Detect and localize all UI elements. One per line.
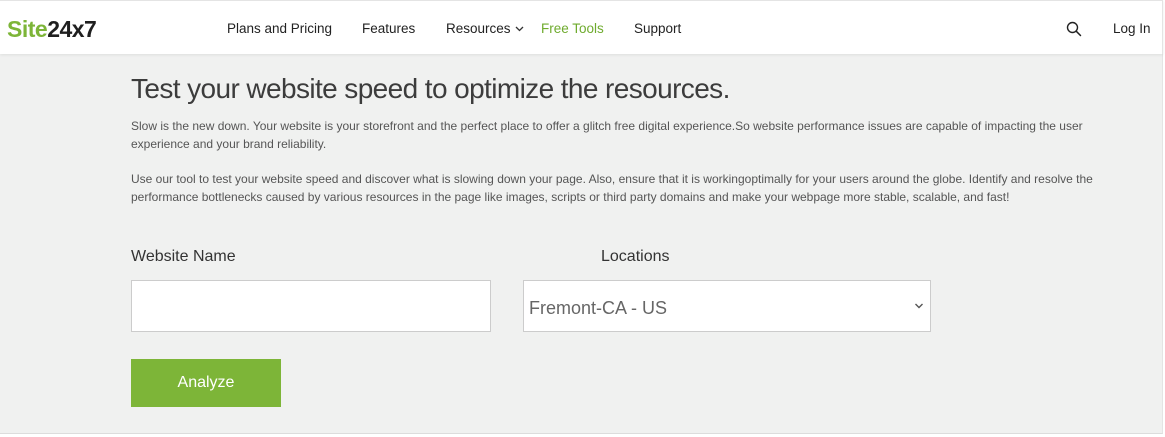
speed-test-section: Test your website speed to optimize the … <box>0 54 1163 434</box>
nav-plans-and-pricing[interactable]: Plans and Pricing <box>227 21 332 37</box>
page-title: Test your website speed to optimize the … <box>131 73 730 104</box>
login-link[interactable]: Log In <box>1113 21 1151 37</box>
nav-free-tools[interactable]: Free Tools <box>541 21 604 37</box>
locations-select[interactable]: Fremont-CA - US <box>523 280 931 332</box>
top-navigation-bar: Site24x7 Plans and Pricing Features Reso… <box>0 0 1163 54</box>
intro-paragraph: Slow is the new down. Your website is yo… <box>131 119 1083 151</box>
website-name-input[interactable] <box>131 280 491 332</box>
location-selected-value: Fremont-CA - US <box>529 298 668 318</box>
nav-features[interactable]: Features <box>362 21 415 37</box>
description-paragraph: Use our tool to test your website speed … <box>131 172 1093 204</box>
logo-site-text: Site <box>7 16 48 42</box>
site24x7-logo[interactable]: Site24x7 <box>7 16 97 42</box>
chevron-down-icon <box>515 26 523 32</box>
chevron-down-icon <box>915 303 923 309</box>
locations-label: Locations <box>601 248 670 265</box>
website-name-label: Website Name <box>131 248 236 265</box>
nav-resources-label: Resources <box>446 21 511 36</box>
analyze-button[interactable]: Analyze <box>131 359 281 407</box>
logo-num-text: 24x7 <box>47 16 97 42</box>
nav-support[interactable]: Support <box>634 21 681 37</box>
search-icon <box>1066 21 1082 37</box>
search-button[interactable] <box>1066 21 1082 37</box>
nav-resources[interactable]: Resources <box>446 21 524 37</box>
